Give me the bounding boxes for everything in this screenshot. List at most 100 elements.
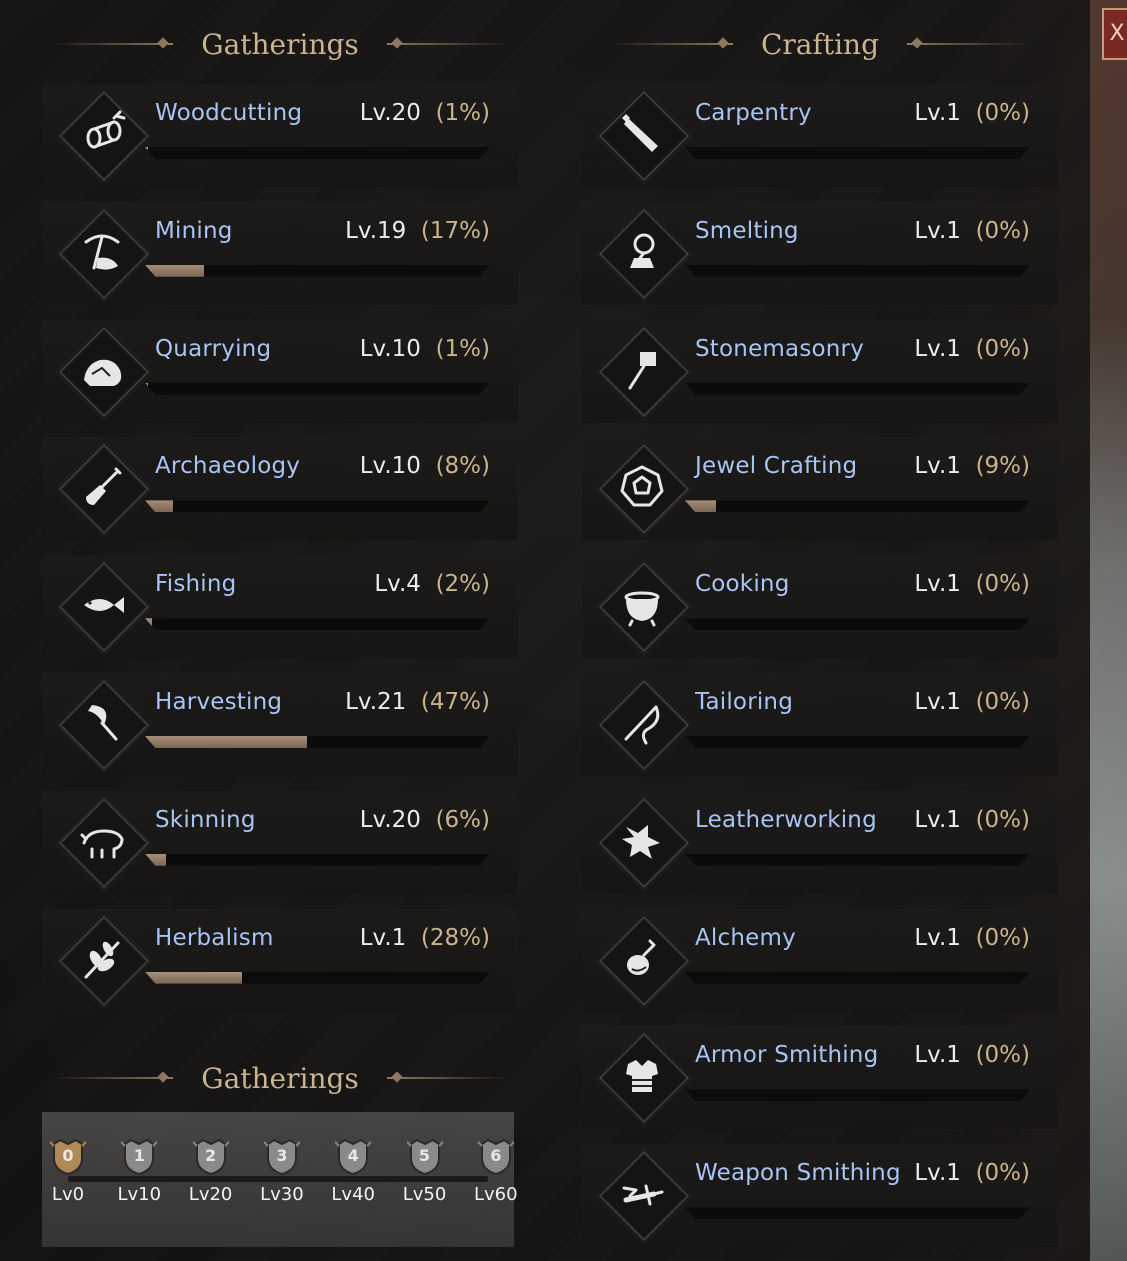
progress-fill xyxy=(145,971,242,984)
skill-level: Lv.1 (0%) xyxy=(914,571,1030,597)
milestone-label: Lv40 xyxy=(331,1184,375,1205)
skill-icon-frame xyxy=(58,90,150,182)
progress-fill xyxy=(145,736,308,748)
skill-card-herbalism[interactable]: Herbalism Lv.1 (28%) xyxy=(42,908,518,1012)
milestone-number: 1 xyxy=(133,1146,145,1165)
progress-bar xyxy=(685,264,1030,277)
progress-bar xyxy=(685,618,1030,631)
skill-name: Stonemasonry xyxy=(695,335,865,362)
level-percent: (0%) xyxy=(975,806,1030,833)
skill-icon-frame xyxy=(598,444,690,535)
skill-icon-frame xyxy=(58,444,150,535)
progress-fill xyxy=(145,147,149,159)
skill-card-woodcutting[interactable]: Woodcutting Lv.20 (1%) xyxy=(42,84,518,187)
shovel-icon xyxy=(60,445,144,529)
milestone-badge-icon: 0 xyxy=(50,1138,86,1176)
level-percent: (6%) xyxy=(435,806,490,833)
skill-name: Mining xyxy=(155,217,233,244)
milestone-label: Lv0 xyxy=(51,1184,85,1205)
milestone-lv10[interactable]: 1 Lv10 xyxy=(109,1138,169,1205)
fish-icon xyxy=(60,563,144,647)
milestone-lv0[interactable]: 0 Lv0 xyxy=(38,1138,98,1205)
close-button[interactable]: X xyxy=(1102,8,1127,60)
hammer-icon xyxy=(600,328,684,412)
milestone-lv20[interactable]: 2 Lv20 xyxy=(181,1138,241,1205)
skill-level: Lv.1 (0%) xyxy=(914,100,1030,126)
level-value: Lv.1 xyxy=(914,571,969,598)
skill-level: Lv.19 (17%) xyxy=(345,218,490,244)
gatherings-title: Gatherings xyxy=(201,27,359,61)
milestone-lv40[interactable]: 4 Lv40 xyxy=(323,1138,383,1205)
level-percent: (0%) xyxy=(975,571,1030,598)
skill-icon-frame xyxy=(598,208,690,300)
milestone-badge-icon: 1 xyxy=(121,1138,158,1176)
skill-icon-frame xyxy=(598,90,690,182)
progress-bar xyxy=(685,382,1030,395)
skill-name: Tailoring xyxy=(695,689,794,715)
skill-name: Skinning xyxy=(155,806,256,833)
skill-icon-frame xyxy=(598,326,690,417)
level-value: Lv.20 xyxy=(359,100,429,126)
level-value: Lv.1 xyxy=(914,924,969,951)
milestone-lv50[interactable]: 5 Lv50 xyxy=(395,1138,455,1205)
progress-fill xyxy=(145,264,204,277)
skill-name: Woodcutting xyxy=(155,100,303,126)
log-icon xyxy=(60,92,144,176)
skill-card-tailoring[interactable]: Tailoring Lv.1 (0%) xyxy=(582,673,1058,776)
skill-icon-frame xyxy=(598,561,690,653)
milestone-badge-icon: 3 xyxy=(263,1138,300,1176)
skill-card-alchemy[interactable]: Alchemy Lv.1 (0%) xyxy=(582,908,1058,1012)
skill-card-carpentry[interactable]: Carpentry Lv.1 (0%) xyxy=(582,84,1058,187)
skill-card-weapon-smithing[interactable]: Weapon Smithing Lv.1 (0%) xyxy=(582,1144,1058,1248)
ornament-left xyxy=(53,1077,174,1079)
skill-card-leatherworking[interactable]: Leatherworking Lv.1 (0%) xyxy=(582,790,1058,894)
skill-icon-frame xyxy=(598,1033,690,1124)
milestone-lv60[interactable]: 6 Lv60 xyxy=(466,1138,526,1205)
skill-name: Herbalism xyxy=(155,924,274,951)
level-value: Lv.1 xyxy=(914,1042,969,1069)
skill-card-armor-smithing[interactable]: Armor Smithing Lv.1 (0%) xyxy=(582,1026,1058,1130)
level-percent: (9%) xyxy=(975,453,1030,480)
milestone-badge-icon: 4 xyxy=(335,1138,372,1176)
level-value: Lv.10 xyxy=(359,335,429,362)
skill-card-fishing[interactable]: Fishing Lv.4 (2%) xyxy=(42,555,518,659)
skill-name: Weapon Smithing xyxy=(695,1160,901,1187)
level-percent: (0%) xyxy=(975,1160,1030,1187)
skill-level: Lv.1 (0%) xyxy=(914,1042,1030,1068)
milestone-label: Lv10 xyxy=(117,1184,162,1205)
skill-card-stonemasonry[interactable]: Stonemasonry Lv.1 (0%) xyxy=(582,319,1058,423)
skill-card-skinning[interactable]: Skinning Lv.20 (6%) xyxy=(42,790,518,894)
skill-icon-frame xyxy=(58,797,150,889)
ornament-left xyxy=(612,43,733,45)
milestone-lv30[interactable]: 3 Lv30 xyxy=(252,1138,312,1205)
progress-bar xyxy=(685,736,1030,748)
progress-bar xyxy=(685,147,1030,159)
furnace-icon xyxy=(600,210,684,294)
progress-bar xyxy=(145,853,490,866)
level-percent: (2%) xyxy=(435,571,490,598)
gatherings-header: Gatherings xyxy=(40,24,520,64)
level-percent: (0%) xyxy=(975,217,1030,244)
skill-card-archaeology[interactable]: Archaeology Lv.10 (8%) xyxy=(42,437,518,541)
milestone-badge-icon: 6 xyxy=(477,1138,514,1176)
progress-fill xyxy=(685,500,717,513)
progress-bar xyxy=(145,736,490,748)
progress-fill xyxy=(145,500,173,513)
skill-card-smelting[interactable]: Smelting Lv.1 (0%) xyxy=(582,201,1058,305)
level-percent: (1%) xyxy=(435,335,490,362)
skill-card-mining[interactable]: Mining Lv.19 (17%) xyxy=(42,201,518,305)
skill-card-cooking[interactable]: Cooking Lv.1 (0%) xyxy=(582,555,1058,659)
crafting-title: Crafting xyxy=(760,27,880,61)
skill-card-harvesting[interactable]: Harvesting Lv.21 (47%) xyxy=(42,673,518,776)
level-value: Lv.21 xyxy=(345,689,414,715)
milestone-track: 0 Lv0 1 Lv10 2 Lv20 3 Lv30 4 Lv40 5 Lv50 6 Lv60 xyxy=(42,1112,518,1247)
skill-name: Alchemy xyxy=(695,924,796,951)
level-value: Lv.20 xyxy=(359,806,429,833)
skill-card-jewel-crafting[interactable]: Jewel Crafting Lv.1 (9%) xyxy=(582,437,1058,541)
skill-level: Lv.20 (6%) xyxy=(360,807,490,833)
skill-card-quarrying[interactable]: Quarrying Lv.10 (1%) xyxy=(42,319,518,423)
level-percent: (47%) xyxy=(420,689,490,715)
needle-icon xyxy=(600,681,684,765)
milestone-label: Lv30 xyxy=(260,1184,304,1205)
progress-bar xyxy=(685,1207,1030,1220)
